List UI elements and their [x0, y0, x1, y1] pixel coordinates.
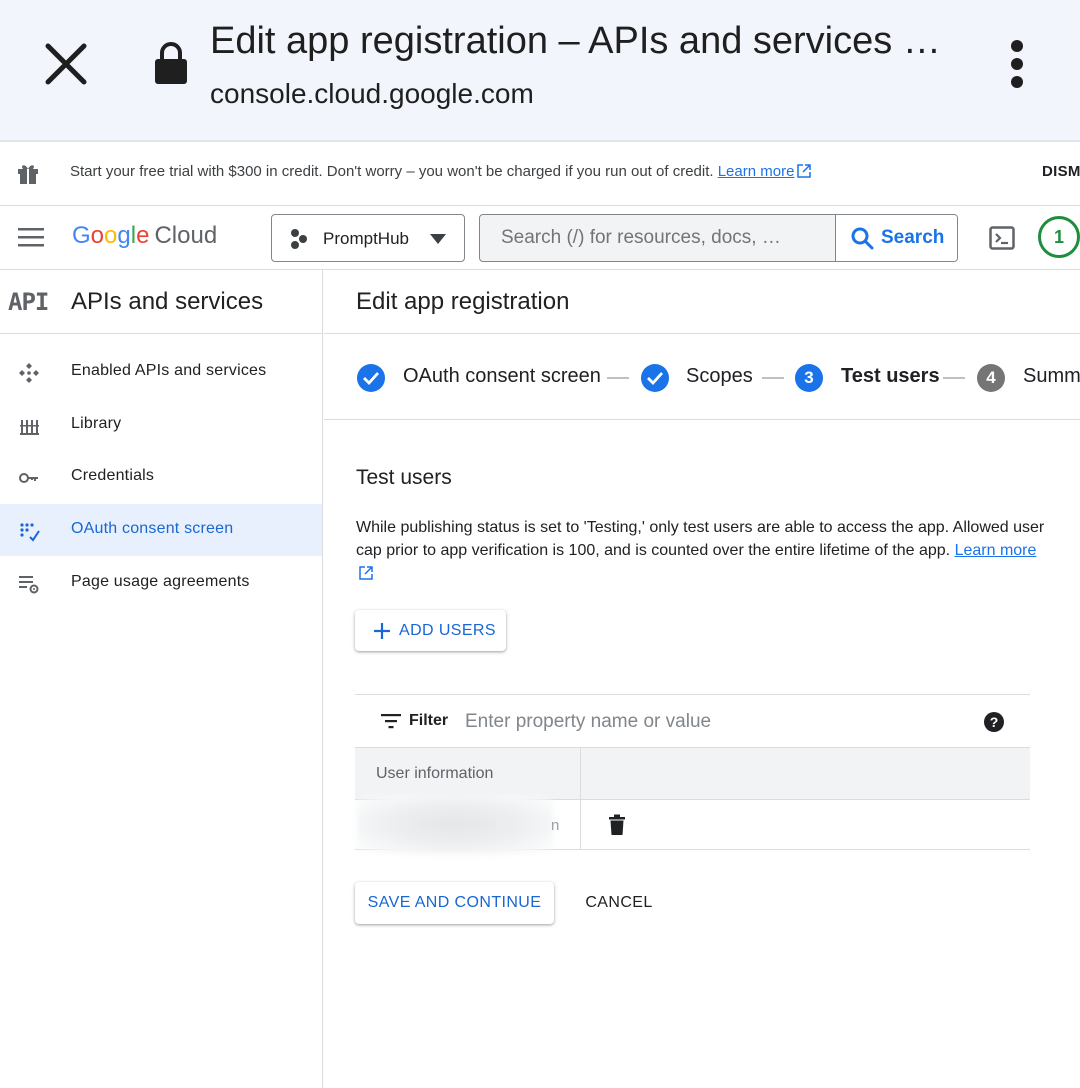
sidebar-item-enabled-apis[interactable]: Enabled APIs and services: [0, 346, 322, 398]
banner-learn-more-link[interactable]: Learn more: [718, 163, 795, 180]
banner-text: Start your free trial with $300 in credi…: [70, 163, 812, 180]
menu-icon[interactable]: [18, 226, 44, 248]
step-done-check-icon[interactable]: [641, 364, 669, 392]
step-number-badge: 3: [795, 364, 823, 392]
stepper: OAuth consent screen Scopes 3 Test users…: [324, 334, 1080, 420]
cancel-button[interactable]: CANCEL: [576, 882, 662, 924]
logo-google: Google: [72, 222, 150, 249]
filter-icon: [381, 714, 401, 729]
page-title-bar: Edit app registration: [324, 270, 1080, 334]
step-oauth-consent[interactable]: OAuth consent screen: [403, 365, 601, 388]
lock-icon: [155, 42, 187, 84]
search-icon: [851, 227, 874, 250]
search-button[interactable]: Search: [835, 215, 957, 261]
settings-list-icon: [19, 576, 39, 594]
external-link-icon: [359, 566, 373, 580]
section-description: While publishing status is set to 'Testi…: [356, 516, 1046, 585]
sidebar-item-label: Page usage agreements: [71, 573, 250, 590]
column-divider: [580, 800, 581, 850]
sidebar-item-label: Enabled APIs and services: [71, 362, 267, 379]
browser-toolbar: Edit app registration – APIs and service…: [0, 0, 1080, 142]
search-input[interactable]: [480, 215, 835, 261]
cloud-shell-icon[interactable]: [989, 226, 1015, 250]
add-users-button[interactable]: ADD USERS: [355, 610, 506, 651]
redacted-user-email: [357, 794, 553, 854]
sidebar-item-page-usage[interactable]: Page usage agreements: [0, 557, 322, 609]
sidebar-item-oauth-consent[interactable]: OAuth consent screen: [0, 504, 322, 556]
step-done-check-icon[interactable]: [357, 364, 385, 392]
user-email-tail: n: [551, 817, 560, 834]
close-icon[interactable]: [40, 38, 92, 90]
main-content: Edit app registration OAuth consent scre…: [324, 270, 1080, 1088]
sidebar-header: API APIs and services: [0, 270, 322, 334]
search-button-label: Search: [881, 227, 945, 248]
column-header-user-information[interactable]: User information: [376, 765, 493, 783]
dismiss-button[interactable]: DISM: [1042, 163, 1080, 180]
table-filter: Filter ?: [355, 694, 1030, 748]
step-number-badge: 4: [977, 364, 1005, 392]
svg-text:?: ?: [990, 714, 999, 730]
sidebar-item-label: Library: [71, 415, 122, 432]
logo-cloud: Cloud: [154, 222, 218, 249]
column-divider: [580, 748, 581, 800]
filter-input[interactable]: [465, 707, 965, 737]
help-icon[interactable]: ?: [983, 711, 1005, 733]
sidebar-item-library[interactable]: Library: [0, 399, 322, 451]
oauth-icon: [20, 523, 40, 542]
section-title: Test users: [356, 466, 452, 489]
browser-url[interactable]: console.cloud.google.com: [210, 78, 534, 110]
step-connector: [762, 377, 784, 379]
table-row: n: [355, 794, 1030, 854]
external-link-icon: [797, 164, 812, 178]
google-cloud-logo[interactable]: Google Cloud: [72, 222, 217, 250]
step-test-users[interactable]: Test users: [841, 365, 940, 388]
trash-icon[interactable]: [607, 814, 627, 836]
add-users-label: ADD USERS: [399, 622, 496, 639]
api-icon: API: [8, 288, 49, 316]
step-connector: [943, 377, 965, 379]
caret-down-icon: [430, 234, 446, 244]
project-picker[interactable]: PromptHub: [271, 214, 465, 262]
more-vert-icon[interactable]: [1004, 38, 1030, 90]
enabled-apis-icon: [19, 363, 39, 383]
step-connector: [607, 377, 629, 379]
learn-more-link[interactable]: Learn more: [955, 542, 1037, 559]
project-icon: [291, 229, 307, 249]
sidebar-title: APIs and services: [71, 288, 264, 315]
free-trial-banner: Start your free trial with $300 in credi…: [0, 142, 1080, 206]
app-header: GoogleCloud PromptHub Search 1: [0, 206, 1080, 270]
notification-badge[interactable]: 1: [1038, 216, 1080, 258]
sidebar: API APIs and services Enabled APIs and s…: [0, 270, 323, 1088]
browser-page-title: Edit app registration – APIs and service…: [210, 20, 941, 62]
page-title: Edit app registration: [356, 288, 570, 315]
sidebar-item-credentials[interactable]: Credentials: [0, 451, 322, 503]
save-and-continue-button[interactable]: SAVE AND CONTINUE: [355, 882, 554, 924]
description-text: While publishing status is set to 'Testi…: [356, 519, 1045, 559]
banner-message: Start your free trial with $300 in credi…: [70, 163, 714, 180]
filter-label: Filter: [409, 712, 449, 729]
gift-icon: [18, 165, 38, 184]
step-summary[interactable]: Summ: [1023, 365, 1080, 388]
project-name: PromptHub: [323, 229, 409, 248]
search-bar: Search: [479, 214, 958, 262]
table-header: User information: [355, 748, 1030, 800]
sidebar-item-label: OAuth consent screen: [71, 520, 234, 537]
key-icon: [19, 473, 38, 483]
sidebar-item-label: Credentials: [71, 467, 155, 484]
step-scopes[interactable]: Scopes: [686, 365, 753, 388]
plus-icon: [374, 623, 390, 639]
library-icon: [20, 420, 39, 435]
